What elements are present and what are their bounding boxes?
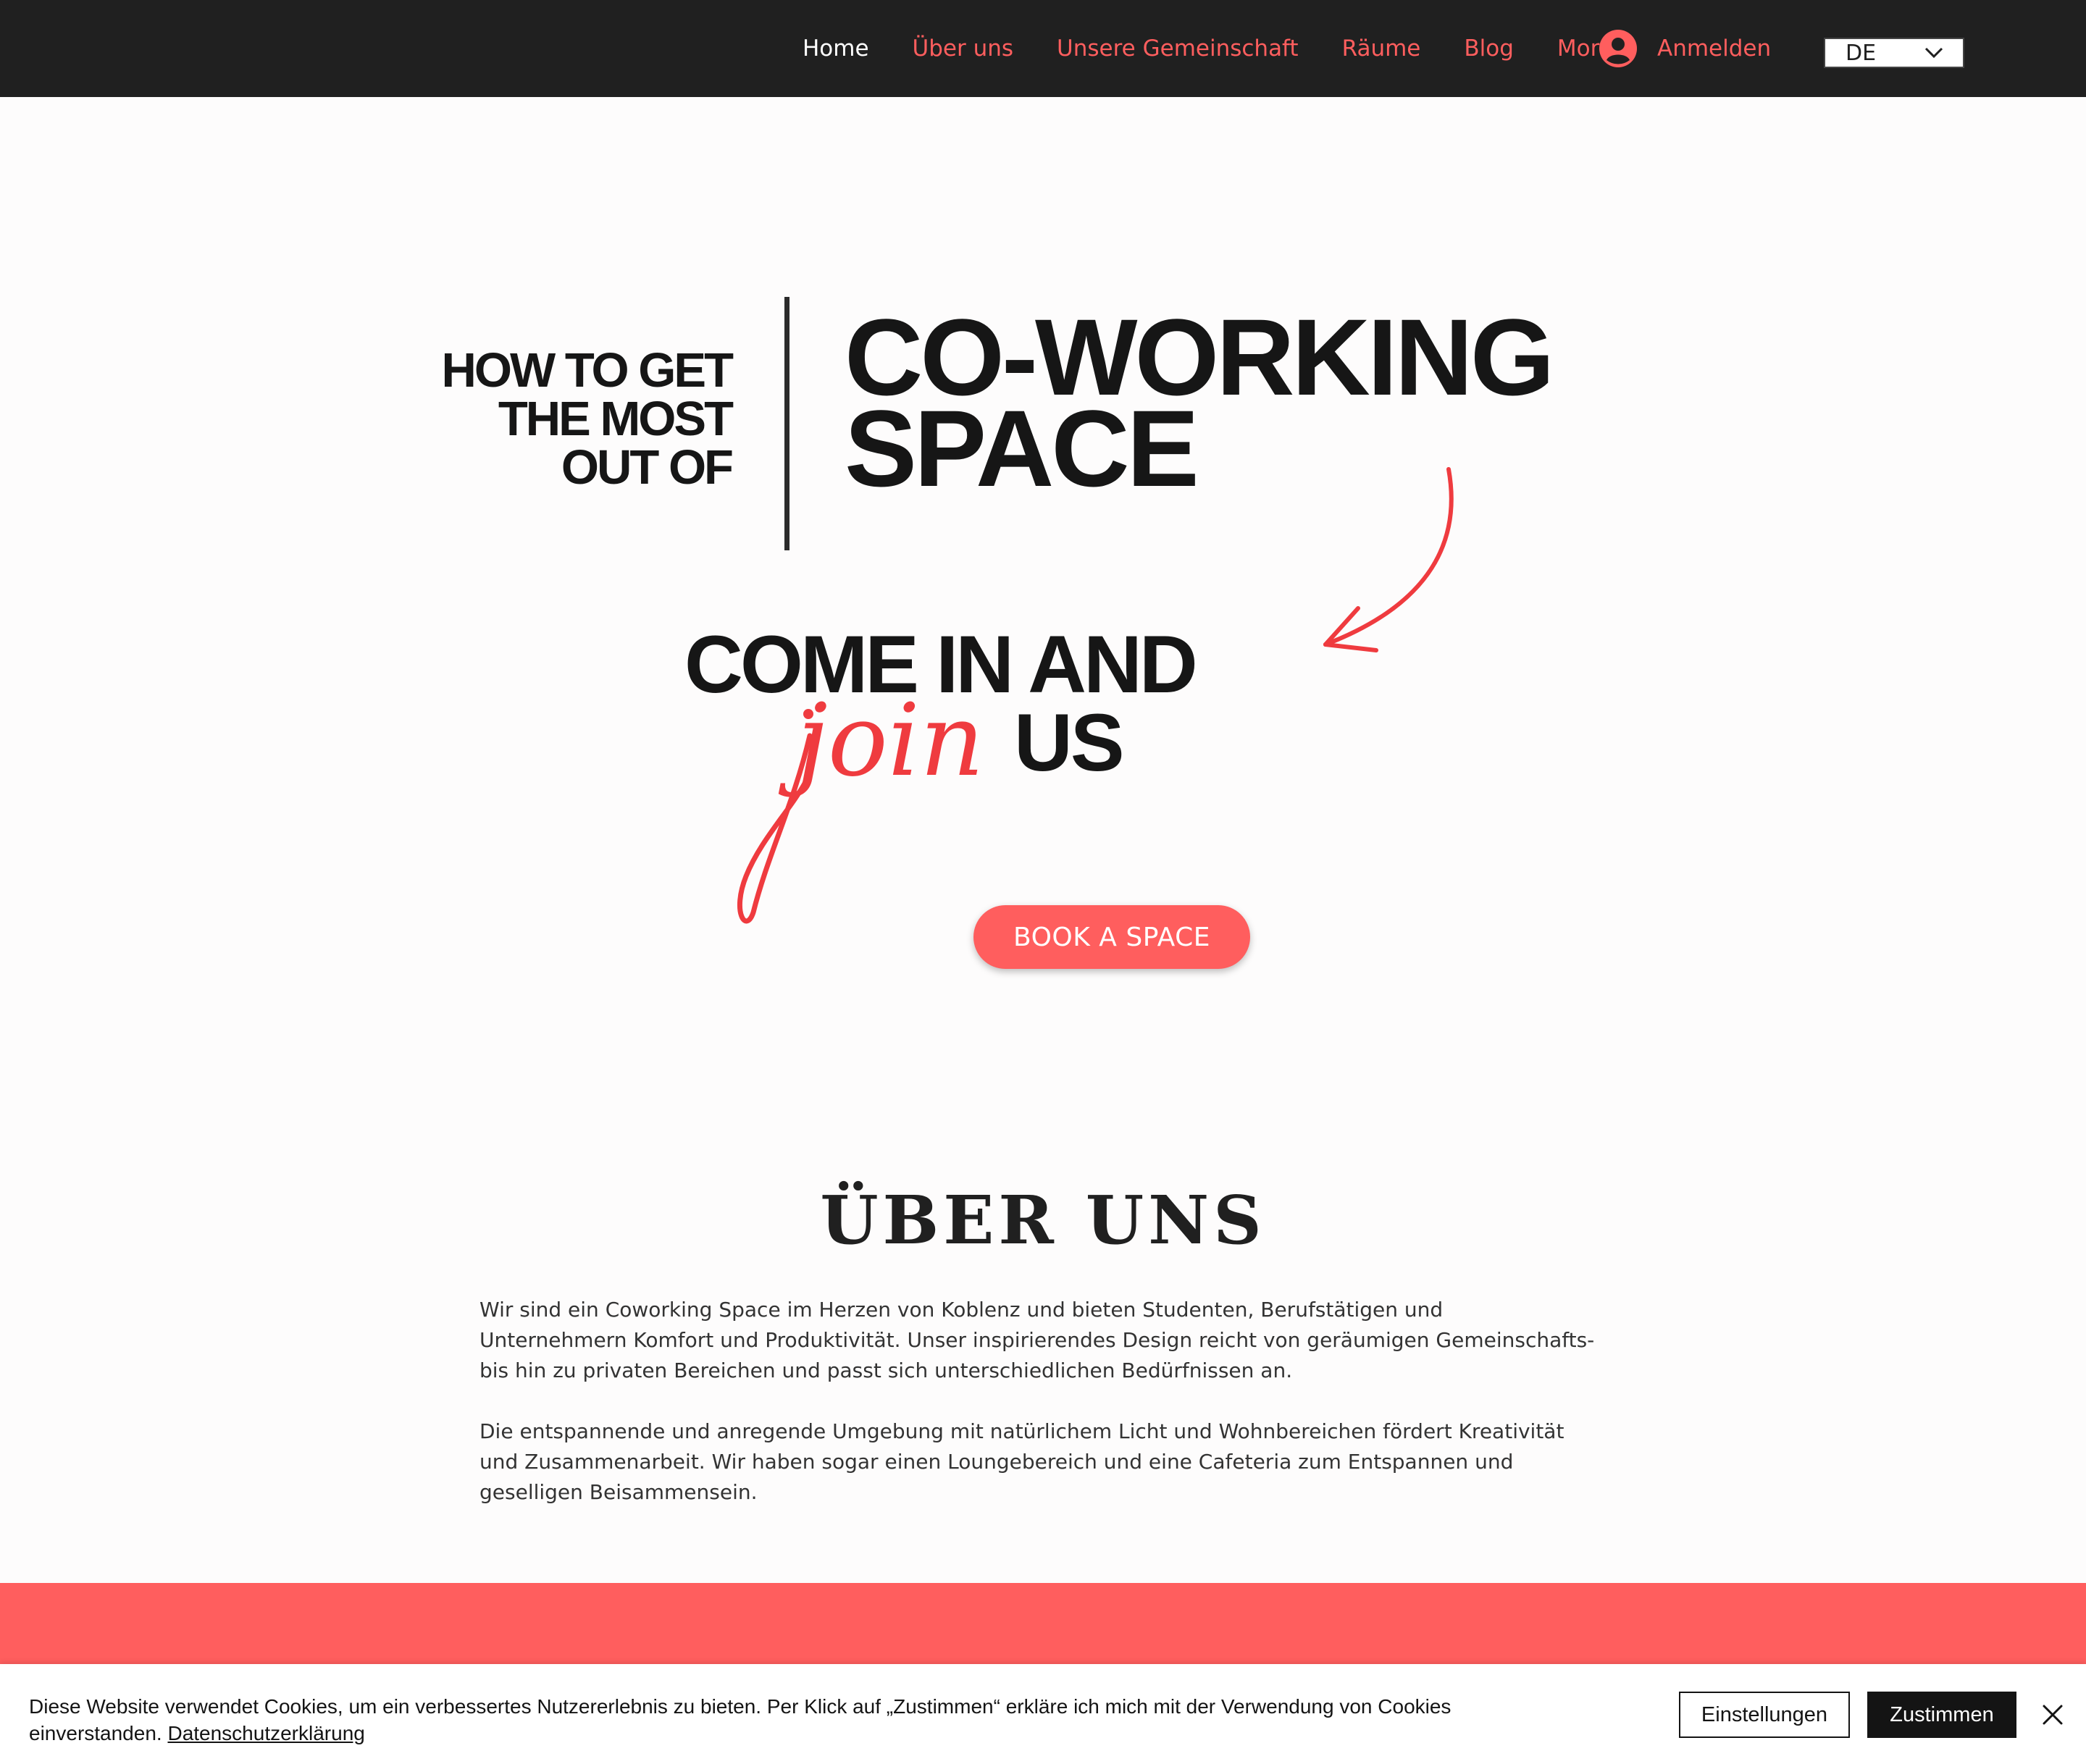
nav-item-unsere-gemeinschaft[interactable]: Unsere Gemeinschaft xyxy=(1035,35,1320,62)
join-word: join xyxy=(778,695,984,799)
about-text: Wir sind ein Coworking Space im Herzen v… xyxy=(479,1295,1595,1538)
curved-arrow-icon xyxy=(1323,467,1454,652)
privacy-policy-link[interactable]: Datenschutzerklärung xyxy=(167,1722,364,1744)
hero-subtitle: HOW TO GET THE MOST OUT OF xyxy=(406,343,734,495)
hero-us: US xyxy=(1014,697,1125,788)
hero-divider xyxy=(784,297,789,550)
close-icon[interactable] xyxy=(2040,1702,2066,1728)
cookie-accept-button[interactable]: Zustimmen xyxy=(1867,1692,2016,1738)
book-space-button[interactable]: BOOK A SPACE xyxy=(973,905,1250,969)
hero-join-script: join xyxy=(737,695,984,924)
hero-subtitle-line: THE MOST xyxy=(498,392,734,446)
hero-subtitle-line: HOW TO GET xyxy=(441,343,734,398)
language-select[interactable]: DE xyxy=(1824,38,1964,68)
about-title: ÜBER UNS xyxy=(820,1181,1266,1259)
login-label: Anmelden xyxy=(1657,35,1772,62)
nav-item-home[interactable]: Home xyxy=(781,35,891,62)
about-paragraph: Die entspannende und anregende Umgebung … xyxy=(479,1419,1564,1504)
language-selected: DE xyxy=(1846,40,1877,66)
nav-item-ueber-uns[interactable]: Über uns xyxy=(891,35,1036,62)
hero-come-in: COME IN AND xyxy=(684,619,1198,710)
about-paragraph: Wir sind ein Coworking Space im Herzen v… xyxy=(479,1298,1595,1382)
nav-item-raeume[interactable]: Räume xyxy=(1320,35,1443,62)
chevron-down-icon xyxy=(1924,47,1943,59)
cookie-banner: Diese Website verwendet Cookies, um ein … xyxy=(0,1664,2086,1764)
hero-subtitle-line: OUT OF xyxy=(561,440,734,495)
site-header: Home Über uns Unsere Gemeinschaft Räume … xyxy=(0,0,2086,97)
book-space-label: BOOK A SPACE xyxy=(1013,922,1210,952)
user-avatar-icon xyxy=(1599,30,1637,67)
main-nav: Home Über uns Unsere Gemeinschaft Räume … xyxy=(781,0,1635,97)
login-button[interactable]: Anmelden xyxy=(1598,0,1771,97)
nav-item-blog[interactable]: Blog xyxy=(1442,35,1536,62)
cookie-settings-button[interactable]: Einstellungen xyxy=(1679,1692,1850,1738)
cookie-message: Diese Website verwendet Cookies, um ein … xyxy=(29,1693,1492,1747)
